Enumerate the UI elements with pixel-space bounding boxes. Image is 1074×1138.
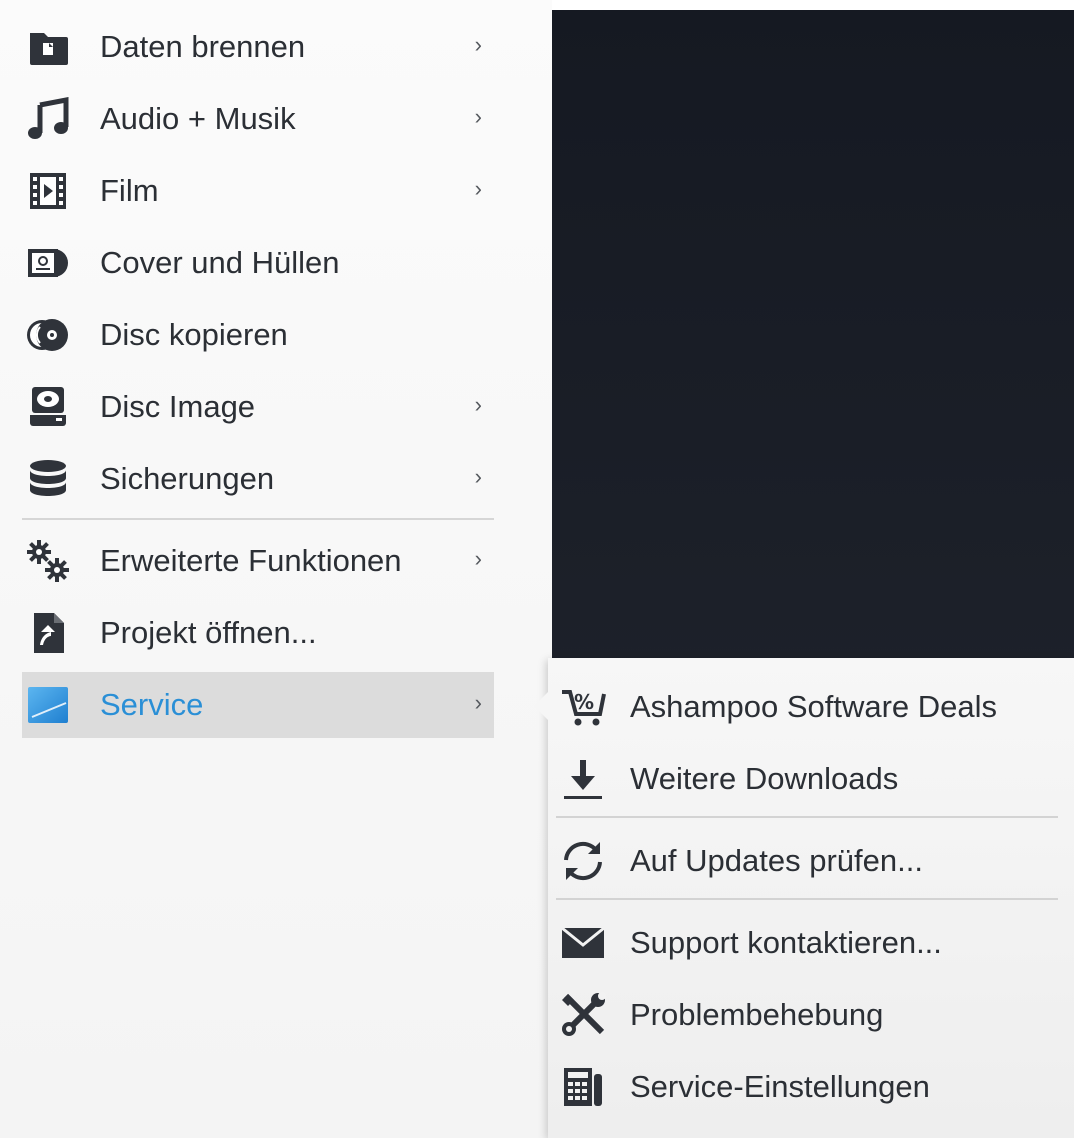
submenu-item-label: Auf Updates prüfen... [630, 843, 923, 878]
chevron-right-icon: › [474, 392, 482, 417]
cover-icon [26, 241, 70, 285]
deals-cart-icon: % [560, 684, 606, 730]
submenu-item-label: Weitere Downloads [630, 761, 899, 796]
menu-item-projekt-oeffnen[interactable]: Projekt öffnen... [22, 600, 494, 666]
chevron-right-icon: › [474, 176, 482, 201]
submenu-separator [556, 898, 1058, 900]
menu-item-disc-image[interactable]: Disc Image › [22, 374, 494, 440]
service-settings-icon [560, 1064, 606, 1110]
menu-item-sicherungen[interactable]: Sicherungen › [22, 446, 494, 512]
download-icon [560, 756, 606, 802]
chevron-right-icon: › [474, 546, 482, 571]
database-icon [26, 457, 70, 501]
menu-item-label: Daten brennen [100, 29, 306, 64]
tools-icon [560, 992, 606, 1038]
chevron-right-icon: › [474, 464, 482, 489]
menu-item-label: Projekt öffnen... [100, 615, 317, 650]
main-menu-panel: Daten brennen › Audio + Musik › Film › C… [0, 0, 552, 1138]
submenu-item-support-kontaktieren[interactable]: Support kontaktieren... [548, 910, 1074, 976]
music-note-icon [26, 97, 70, 141]
submenu-pointer [534, 692, 548, 720]
menu-item-cover-huellen[interactable]: Cover und Hüllen [22, 230, 494, 296]
submenu-item-weitere-downloads[interactable]: Weitere Downloads [548, 746, 1074, 812]
menu-item-service[interactable]: Service › [22, 672, 494, 738]
submenu-item-label: Support kontaktieren... [630, 925, 942, 960]
chevron-right-icon: › [474, 32, 482, 57]
submenu-item-updates-pruefen[interactable]: Auf Updates prüfen... [548, 828, 1074, 894]
envelope-icon [560, 920, 606, 966]
disc-copy-icon [26, 313, 70, 357]
menu-item-label: Sicherungen [100, 461, 275, 496]
menu-item-label: Erweiterte Funktionen [100, 543, 402, 578]
menu-separator [22, 518, 494, 520]
menu-item-label: Disc kopieren [100, 317, 288, 352]
chevron-right-icon: › [474, 104, 482, 129]
folder-icon [26, 25, 70, 69]
menu-item-daten-brennen[interactable]: Daten brennen › [22, 14, 494, 80]
open-project-icon [26, 611, 70, 655]
submenu-item-problembehebung[interactable]: Problembehebung [548, 982, 1074, 1048]
submenu-item-service-einstellungen[interactable]: Service-Einstellungen [548, 1054, 1074, 1120]
chevron-right-icon: › [474, 690, 482, 715]
menu-item-erweiterte-funktionen[interactable]: Erweiterte Funktionen › [22, 528, 494, 594]
disc-image-icon [26, 385, 70, 429]
submenu-item-label: Ashampoo Software Deals [630, 689, 998, 724]
menu-item-film[interactable]: Film › [22, 158, 494, 224]
menu-item-label: Disc Image [100, 389, 256, 424]
menu-item-label: Audio + Musik [100, 101, 296, 136]
menu-item-audio-musik[interactable]: Audio + Musik › [22, 86, 494, 152]
submenu-separator [556, 816, 1058, 818]
service-submenu: % Ashampoo Software Deals Weitere Downlo… [534, 658, 1074, 1138]
menu-item-disc-kopieren[interactable]: Disc kopieren [22, 302, 494, 368]
submenu-item-label: Service-Einstellungen [630, 1069, 930, 1104]
submenu-item-software-deals[interactable]: % Ashampoo Software Deals [548, 674, 1074, 740]
film-icon [26, 169, 70, 213]
menu-item-label: Cover und Hüllen [100, 245, 340, 280]
service-icon [26, 683, 70, 727]
submenu-item-label: Problembehebung [630, 997, 884, 1032]
svg-text:%: % [574, 690, 594, 714]
gears-icon [26, 539, 70, 583]
menu-item-label: Film [100, 173, 159, 208]
refresh-icon [560, 838, 606, 884]
menu-item-label: Service [100, 687, 204, 722]
